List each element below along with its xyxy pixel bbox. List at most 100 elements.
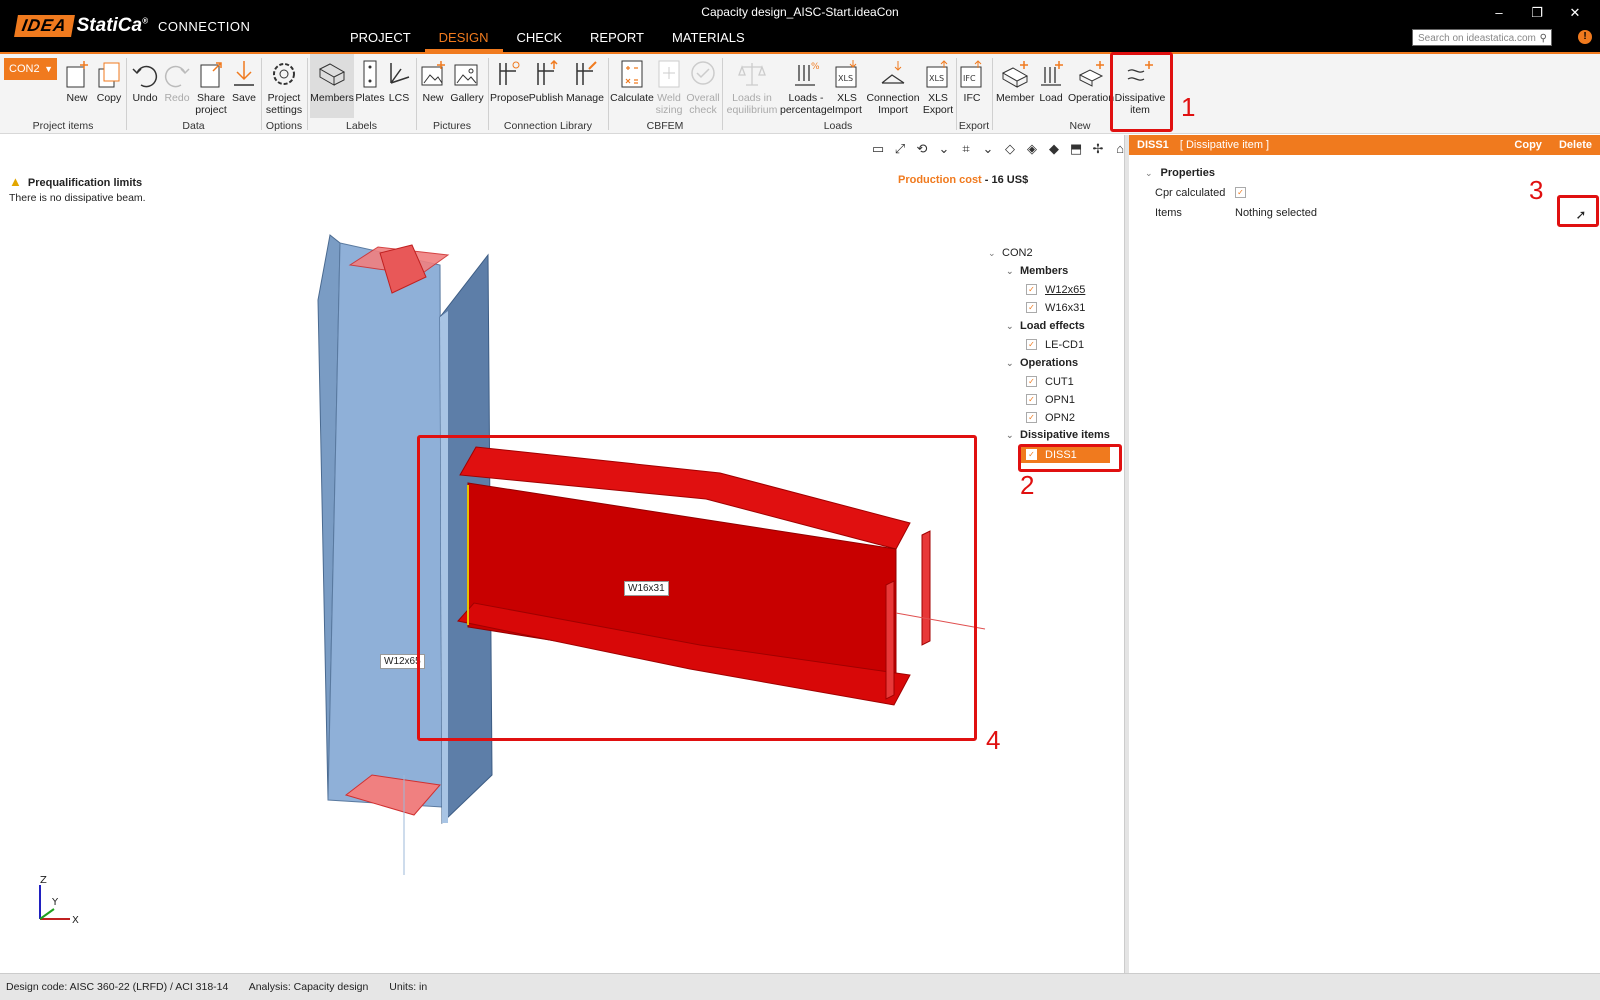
transparent-view-icon[interactable]: ◈ — [1024, 141, 1040, 157]
publish-label: Publish — [528, 92, 564, 104]
tree-item-label: CUT1 — [1045, 376, 1074, 388]
axis-z-label: Z — [40, 875, 47, 886]
checkbox[interactable]: ✓ — [1026, 301, 1037, 313]
project-settings-button[interactable]: Project settings — [264, 58, 304, 116]
tree-node-dissipative-items[interactable]: ⌄ Dissipative items — [1006, 427, 1110, 443]
chevron-down-icon[interactable]: ⌄ — [1006, 263, 1020, 279]
manage-label: Manage — [566, 92, 604, 104]
chevron-down-icon[interactable]: ⌄ — [1006, 355, 1020, 371]
xls-export-label: XLS Export — [922, 92, 954, 116]
copy-item-button[interactable]: Copy — [94, 58, 124, 104]
section-view-icon[interactable]: ⬒ — [1068, 141, 1084, 157]
weld-sizing-button[interactable]: Weld sizing — [654, 58, 684, 116]
loads-percentage-icon: % — [795, 62, 820, 86]
undo-button[interactable]: Undo — [130, 58, 160, 104]
new-load-button[interactable]: Load — [1036, 58, 1066, 104]
tree-members-label: Members — [1020, 265, 1069, 277]
new-member-button[interactable]: Member — [996, 58, 1035, 104]
overall-check-button[interactable]: Overall check — [686, 58, 720, 116]
tab-report[interactable]: REPORT — [576, 26, 658, 52]
item-id: DISS1 — [1137, 139, 1169, 151]
connection-import-button[interactable]: Connection Import — [866, 58, 920, 116]
wireframe-view-icon[interactable]: ◇ — [1002, 141, 1018, 157]
tree-operations-label: Operations — [1020, 357, 1079, 369]
tree-item-load-effect[interactable]: ✓ LE-CD1 — [1026, 337, 1084, 353]
solid-view-icon[interactable]: ◆ — [1046, 141, 1062, 157]
manage-button[interactable]: Manage — [565, 58, 605, 104]
load-add-icon — [1041, 61, 1063, 86]
restore-button[interactable]: ❐ — [1518, 2, 1556, 24]
new-item-button[interactable]: New — [62, 58, 92, 104]
loads-percentage-label: Loads - percentage — [780, 92, 833, 116]
chevron-down-icon[interactable]: ⌄ — [1006, 318, 1020, 334]
annotation-number-1: 1 — [1181, 92, 1196, 122]
search-placeholder: Search on ideastatica.com — [1418, 33, 1536, 44]
weld-sizing-label: Weld sizing — [655, 92, 683, 116]
tree-node-operations[interactable]: ⌄ Operations — [1006, 355, 1078, 371]
share-project-button[interactable]: Share project — [193, 58, 229, 116]
chevron-down-icon[interactable]: ⌄ — [1145, 168, 1153, 178]
propose-button[interactable]: Propose — [490, 58, 529, 104]
tab-project[interactable]: PROJECT — [336, 26, 425, 52]
tab-check[interactable]: CHECK — [503, 26, 577, 52]
search-input[interactable]: Search on ideastatica.com ⚲ — [1412, 29, 1552, 46]
save-button[interactable]: Save — [230, 58, 258, 104]
xls-export-button[interactable]: XLS XLS Export — [922, 58, 954, 116]
svg-text:XLS: XLS — [929, 74, 944, 83]
checkbox[interactable]: ✓ — [1026, 338, 1037, 350]
tree-item-operation[interactable]: ✓ CUT1 — [1026, 374, 1074, 390]
tree-node-load-effects[interactable]: ⌄ Load effects — [1006, 318, 1085, 334]
checkbox[interactable]: ✓ — [1026, 375, 1037, 387]
gallery-button[interactable]: Gallery — [449, 58, 485, 104]
chevron-down-icon[interactable]: ⌄ — [988, 245, 1002, 261]
xls-import-button[interactable]: XLS XLS Import — [830, 58, 864, 116]
checkbox[interactable]: ✓ — [1026, 393, 1037, 405]
tree-node-members[interactable]: ⌄ Members — [1006, 263, 1068, 279]
help-icon[interactable]: ! — [1578, 30, 1592, 44]
calculate-button[interactable]: Calculate — [610, 58, 654, 104]
checkbox[interactable]: ✓ — [1235, 186, 1246, 198]
properties-section-header[interactable]: ⌄ Properties — [1145, 167, 1215, 179]
plates-labels-button[interactable]: Plates — [355, 58, 385, 104]
chevron-down-icon[interactable]: ⌄ — [1006, 427, 1020, 443]
tree-item-member-column[interactable]: ✓ W12x65 — [1026, 282, 1085, 298]
search-icon[interactable]: ⚲ — [1540, 30, 1547, 47]
minimize-button[interactable]: – — [1480, 2, 1518, 24]
members-labels-button[interactable]: Members — [310, 54, 354, 118]
tab-materials[interactable]: MATERIALS — [658, 26, 759, 52]
close-button[interactable]: ✕ — [1556, 2, 1594, 24]
checkbox[interactable]: ✓ — [1026, 283, 1037, 295]
ifc-export-button[interactable]: IFC IFC — [958, 58, 986, 104]
tree-item-operation[interactable]: ✓ OPN2 — [1026, 410, 1075, 426]
check-circle-icon — [691, 61, 715, 85]
lcs-labels-button[interactable]: LCS — [385, 58, 413, 104]
tree-node-connection[interactable]: ⌄ CON2 — [988, 245, 1033, 261]
cpr-checkbox[interactable]: ✓ — [1235, 186, 1254, 199]
new-operation-button[interactable]: Operation — [1068, 58, 1114, 104]
coordinate-system-icon — [390, 63, 410, 84]
annotation-number-4: 4 — [986, 725, 1001, 755]
group-cbfem: CBFEM — [646, 120, 684, 132]
loads-in-equilibrium-button[interactable]: Loads in equilibrium — [724, 58, 780, 116]
axis-y-label: Y — [51, 897, 59, 908]
chevron-down-icon: ▼ — [44, 64, 53, 74]
checkbox[interactable]: ✓ — [1026, 411, 1037, 423]
connection-selector[interactable]: CON2 ▼ — [4, 58, 57, 80]
new-member-label: Member — [996, 92, 1035, 104]
3d-viewport[interactable]: ▭ ⤢ ⟲ ⌄ ⌗ ⌄ ◇ ◈ ◆ ⬒ ✢ ⌂ ▲ Prequalificatio… — [0, 135, 1124, 973]
tree-item-member-beam[interactable]: ✓ W16x31 — [1026, 300, 1085, 316]
publish-button[interactable]: Publish — [528, 58, 564, 104]
xls-import-label: XLS Import — [832, 92, 862, 116]
redo-button[interactable]: Redo — [162, 58, 192, 104]
ifc-export-label: IFC — [963, 92, 981, 104]
loads-percentage-button[interactable]: % Loads - percentage — [780, 58, 833, 116]
tab-design[interactable]: DESIGN — [424, 26, 503, 52]
light-icon[interactable]: ✢ — [1090, 141, 1106, 157]
loads-in-equilibrium-label: Loads in equilibrium — [726, 92, 778, 116]
delete-button[interactable]: Delete — [1559, 139, 1592, 151]
tree-item-label: W12x65 — [1045, 284, 1086, 296]
calculate-label: Calculate — [610, 92, 654, 104]
tree-item-operation[interactable]: ✓ OPN1 — [1026, 392, 1075, 408]
new-picture-button[interactable]: New — [418, 58, 448, 104]
copy-button[interactable]: Copy — [1514, 139, 1542, 151]
